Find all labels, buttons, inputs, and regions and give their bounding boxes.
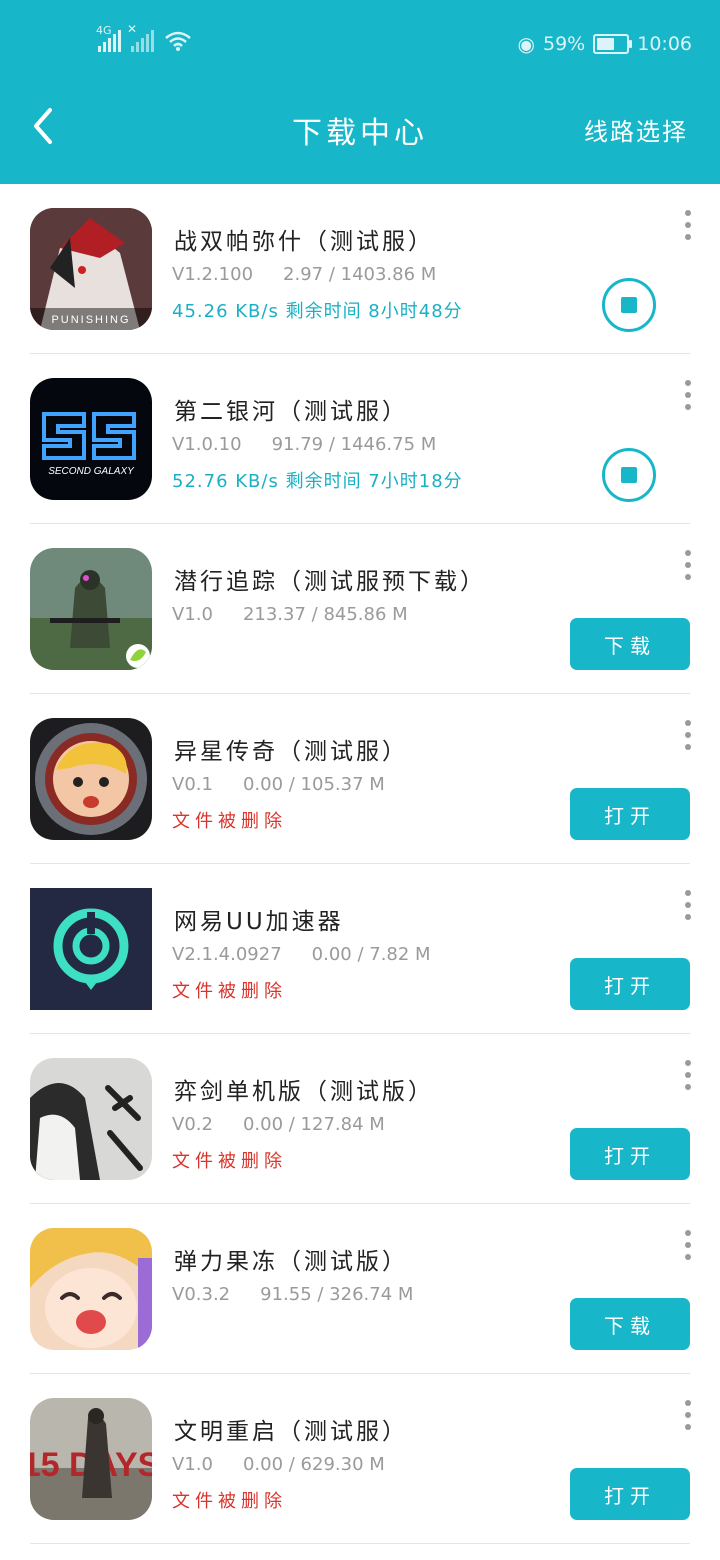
app-icon-stealth[interactable] — [30, 548, 152, 670]
download-size: 213.37 / 845.86 M — [242, 604, 408, 625]
download-size: 0.00 / 105.37 M — [242, 774, 385, 795]
file-deleted-text: 文件被删除 — [172, 1491, 287, 1512]
app-meta: V1.2.100 2.97 / 1403.86 M — [172, 264, 436, 285]
open-button[interactable]: 打开 — [570, 1468, 690, 1520]
app-version: V0.1 — [172, 774, 213, 795]
open-button[interactable]: 打开 — [570, 958, 690, 1010]
download-size: 91.55 / 326.74 M — [260, 1284, 414, 1305]
more-options-icon[interactable] — [680, 210, 696, 240]
stop-icon — [621, 297, 637, 313]
status-bar: 4G ✕ ◉ 59% 10:06 — [0, 22, 720, 68]
list-item: 弈剑单机版（测试版） V0.2 0.00 / 127.84 M 文件被删除 打开 — [0, 1034, 720, 1204]
icon-caption: PUNISHING — [51, 314, 130, 326]
app-icon-alien-legend[interactable] — [30, 718, 152, 840]
app-name: 战双帕弥什（测试服） — [174, 229, 434, 255]
download-list: PUNISHING 战双帕弥什（测试服） V1.2.100 2.97 / 1403… — [0, 184, 720, 1544]
more-options-icon[interactable] — [680, 1400, 696, 1430]
app-header: 4G ✕ ◉ 59% 10:06 下载中心 线路选择 — [0, 0, 720, 184]
cellular-signal-icon: 4G — [96, 24, 121, 52]
app-name: 弹力果冻（测试版） — [174, 1249, 408, 1275]
list-item: 潜行追踪（测试服预下载） V1.0 213.37 / 845.86 M 下载 — [0, 524, 720, 694]
nav-bar: 下载中心 线路选择 — [0, 100, 720, 156]
more-options-icon[interactable] — [680, 380, 696, 410]
download-size: 0.00 / 7.82 M — [311, 944, 431, 965]
app-icon-jelly[interactable] — [30, 1228, 152, 1350]
divider — [30, 1543, 690, 1544]
download-size: 2.97 / 1403.86 M — [283, 264, 437, 285]
app-name: 第二银河（测试服） — [174, 399, 408, 425]
app-icon-yijian[interactable] — [30, 1058, 152, 1180]
app-version: V0.3.2 — [172, 1284, 231, 1305]
download-button[interactable]: 下载 — [570, 1298, 690, 1350]
clock: 10:06 — [637, 33, 692, 55]
pause-button[interactable] — [602, 448, 656, 502]
app-name: 弈剑单机版（测试版） — [174, 1079, 434, 1105]
app-version: V1.0.10 — [172, 434, 242, 455]
file-deleted-text: 文件被删除 — [172, 981, 287, 1002]
app-meta: V0.1 0.00 / 105.37 M — [172, 774, 385, 795]
open-button[interactable]: 打开 — [570, 1128, 690, 1180]
battery-icon — [593, 34, 633, 54]
list-item: 异星传奇（测试服） V0.1 0.00 / 105.37 M 文件被删除 打开 — [0, 694, 720, 864]
app-meta: V2.1.4.0927 0.00 / 7.82 M — [172, 944, 431, 965]
app-version: V1.0 — [172, 604, 213, 625]
list-item: PUNISHING 战双帕弥什（测试服） V1.2.100 2.97 / 1403… — [0, 184, 720, 354]
wifi-icon — [165, 31, 191, 51]
more-options-icon[interactable] — [680, 550, 696, 580]
file-deleted-text: 文件被删除 — [172, 1151, 287, 1172]
app-icon-15-days[interactable]: 15 DAYS — [30, 1398, 152, 1520]
app-meta: V0.2 0.00 / 127.84 M — [172, 1114, 385, 1135]
eye-comfort-icon: ◉ — [517, 32, 535, 56]
list-item: SECOND GALAXY 第二银河（测试服） V1.0.10 91.79 / 1… — [0, 354, 720, 524]
no-signal-icon: ✕ — [127, 22, 154, 52]
stop-icon — [621, 467, 637, 483]
app-version: V0.2 — [172, 1114, 213, 1135]
file-deleted-text: 文件被删除 — [172, 811, 287, 832]
app-name: 潜行追踪（测试服预下载） — [174, 569, 486, 595]
app-version: V1.2.100 — [172, 264, 254, 285]
app-icon-punishing[interactable]: PUNISHING — [30, 208, 152, 330]
app-meta: V1.0.10 91.79 / 1446.75 M — [172, 434, 436, 455]
app-icon-uu-booster[interactable] — [30, 888, 152, 1010]
app-meta: V1.0 0.00 / 629.30 M — [172, 1454, 385, 1475]
more-options-icon[interactable] — [680, 1060, 696, 1090]
network-type-label: 4G — [96, 24, 112, 37]
download-button[interactable]: 下载 — [570, 618, 690, 670]
pause-button[interactable] — [602, 278, 656, 332]
download-size: 0.00 / 127.84 M — [242, 1114, 385, 1135]
more-options-icon[interactable] — [680, 720, 696, 750]
more-options-icon[interactable] — [680, 890, 696, 920]
download-progress-text: 45.26 KB/s 剩余时间 8小时48分 — [172, 301, 463, 322]
list-item: 15 DAYS 文明重启（测试服） V1.0 0.00 / 629.30 M 文件… — [0, 1374, 720, 1544]
download-size: 91.79 / 1446.75 M — [271, 434, 437, 455]
download-size: 0.00 / 629.30 M — [242, 1454, 385, 1475]
app-meta: V0.3.2 91.55 / 326.74 M — [172, 1284, 413, 1305]
more-options-icon[interactable] — [680, 1230, 696, 1260]
list-item: 网易UU加速器 V2.1.4.0927 0.00 / 7.82 M 文件被删除 打… — [0, 864, 720, 1034]
app-meta: V1.0 213.37 / 845.86 M — [172, 604, 408, 625]
route-select-button[interactable]: 线路选择 — [584, 112, 688, 147]
app-name: 网易UU加速器 — [174, 909, 344, 935]
battery-percent: 59% — [543, 33, 586, 55]
icon-caption: SECOND GALAXY — [48, 466, 135, 477]
app-name: 异星传奇（测试服） — [174, 739, 408, 765]
download-progress-text: 52.76 KB/s 剩余时间 7小时18分 — [172, 471, 463, 492]
list-item: 弹力果冻（测试版） V0.3.2 91.55 / 326.74 M 下载 — [0, 1204, 720, 1374]
open-button[interactable]: 打开 — [570, 788, 690, 840]
app-icon-second-galaxy[interactable]: SECOND GALAXY — [30, 378, 152, 500]
app-name: 文明重启（测试服） — [174, 1419, 408, 1445]
app-version: V1.0 — [172, 1454, 213, 1475]
app-version: V2.1.4.0927 — [172, 944, 282, 965]
